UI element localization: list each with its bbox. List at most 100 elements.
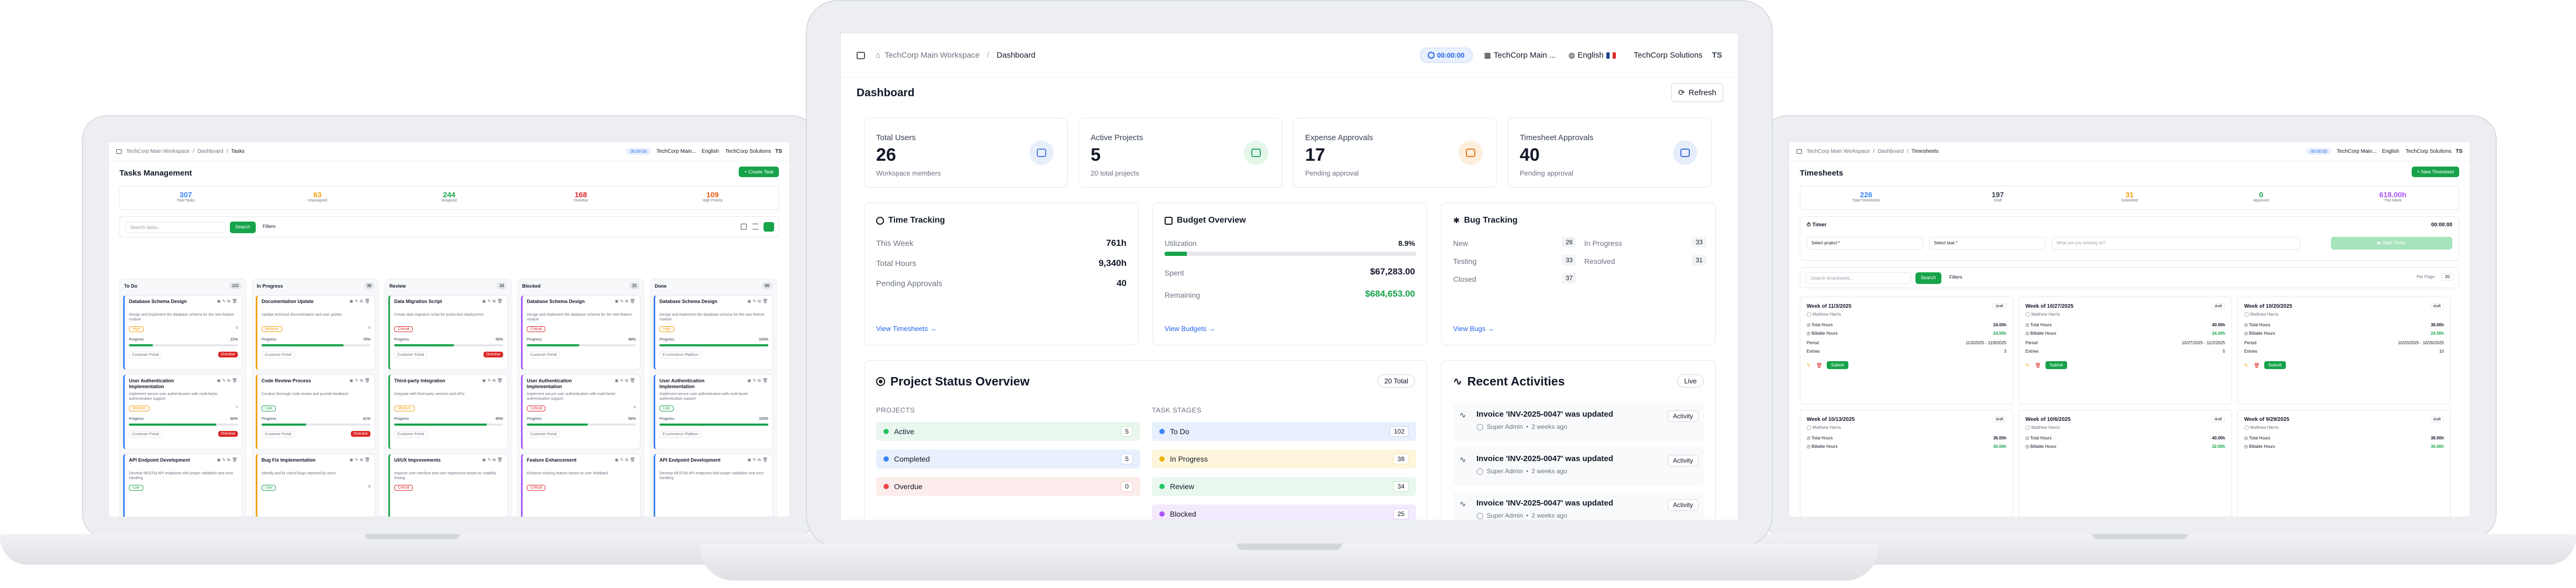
kanban-column: Review 34 Data Migration Script ◉✎⧉🗑 Create … [385, 279, 512, 517]
task-card[interactable]: Documentation Update ◉✎⧉🗑 Update technical… [256, 295, 375, 370]
project-status-row-count: 5 [1121, 426, 1133, 437]
breadcrumb-workspace[interactable]: TechCorp Main Workspace [1807, 149, 1870, 154]
timesheet-card[interactable]: Week of 10/13/2025 draft ◯ Matthew Harris ◷… [1800, 410, 2013, 517]
task-card[interactable]: Data Migration Script ◉✎⧉🗑 Create data mig… [388, 295, 508, 370]
stat-card[interactable]: Timesheet Approvals 40 Pending approval [1508, 118, 1712, 188]
sidebar-toggle-icon[interactable] [116, 149, 122, 154]
search-input[interactable]: Search timesheets... [1806, 272, 1911, 284]
view-bugs-link[interactable]: View Bugs → [1453, 325, 1494, 333]
breadcrumb-workspace[interactable]: TechCorp Main Workspace [885, 51, 980, 60]
task-stage-row[interactable]: In Progress 38 [1152, 449, 1416, 468]
budget-icon [1165, 216, 1173, 225]
task-select[interactable]: Select task * [1929, 237, 2045, 250]
task-stage-row[interactable]: Blocked 25 [1152, 504, 1416, 520]
delete-icon[interactable]: 🗑 [2035, 363, 2041, 369]
refresh-button[interactable]: ⟳ Refresh [1671, 83, 1723, 102]
task-card[interactable]: Third-party Integration ◉✎⧉🗑 Integrate wit… [388, 374, 508, 449]
workspace-switcher[interactable]: ▦ TechCorp Main ... [1484, 51, 1556, 60]
grid-view-icon[interactable] [741, 224, 747, 229]
stat-label: Timesheet Approvals [1520, 133, 1594, 142]
language-switcher[interactable]: English [702, 149, 719, 154]
project-status-row[interactable]: Overdue 0 [876, 477, 1140, 496]
activity-item[interactable]: ∿ Invoice 'INV-2025-0047' was updated ◯ Sup… [1453, 492, 1705, 520]
per-page-select[interactable]: 20 [2441, 273, 2453, 281]
submit-button[interactable]: Submit [2045, 361, 2067, 369]
delete-icon[interactable]: 🗑 [1816, 363, 1822, 369]
new-timesheet-button[interactable]: + New Timesheet [2412, 167, 2459, 177]
task-card[interactable]: Database Schema Design ◉✎⧉🗑 Design and imp… [123, 295, 243, 370]
submit-button[interactable]: Submit [2264, 361, 2286, 369]
avatar[interactable]: TS [1712, 51, 1722, 60]
activity-meta: ◯ Super Admin • 2 weeks ago [1476, 467, 1567, 475]
task-stage-row[interactable]: To Do 102 [1152, 422, 1416, 441]
timesheet-card[interactable]: Week of 10/6/2025 draft ◯ Matthew Harris ◷ … [2019, 410, 2232, 517]
start-timer-button[interactable]: ▶ Start Timer [2331, 237, 2452, 250]
language-switcher[interactable]: English [2382, 149, 2400, 154]
edit-icon[interactable]: ✎ [1807, 363, 1811, 369]
company-name[interactable]: TechCorp Solutions [2406, 149, 2452, 154]
activity-item[interactable]: ∿ Invoice 'INV-2025-0047' was updated ◯ Sup… [1453, 447, 1705, 485]
column-title: Review [389, 283, 406, 289]
project-status-row[interactable]: Active 5 [876, 422, 1140, 441]
filters-button[interactable]: Filters [263, 224, 276, 229]
list-view-icon[interactable] [752, 224, 758, 229]
timesheet-card[interactable]: Week of 9/29/2025 draft ◯ Matthew Harris ◷ … [2237, 410, 2451, 517]
company-name[interactable]: TechCorp Solutions [1634, 51, 1703, 60]
delete-icon[interactable]: 🗑 [2254, 363, 2259, 369]
workspace-switcher[interactable]: TechCorp Main... [656, 149, 696, 154]
sidebar-toggle-icon[interactable] [1797, 149, 1802, 154]
timesheet-card[interactable]: Week of 10/20/2025 draft ◯ Matthew Harris ◷… [2237, 297, 2451, 405]
status-badge: draft [2211, 417, 2225, 422]
avatar[interactable]: TS [2456, 149, 2462, 154]
stat-card[interactable]: Expense Approvals 17 Pending approval [1293, 118, 1497, 188]
task-card[interactable]: Feature Enhancement ◉✎⧉🗑 Enhance existing … [521, 454, 640, 517]
project-select[interactable]: Select project * [1807, 237, 1923, 250]
timer-chip[interactable]: 00:00:00 [626, 148, 652, 155]
timer-chip[interactable]: 00:00:00 [1419, 48, 1473, 63]
view-budgets-link[interactable]: View Budgets → [1165, 325, 1215, 333]
timer-chip[interactable]: 00:00:00 [2306, 148, 2332, 155]
task-card[interactable]: Database Schema Design ◉✎⧉🗑 Design and imp… [521, 295, 640, 370]
activity-item[interactable]: ∿ Invoice 'INV-2025-0047' was updated ◯ Sup… [1453, 403, 1705, 441]
task-stage-row[interactable]: Review 34 [1152, 477, 1416, 496]
avatar[interactable]: TS [775, 149, 782, 154]
search-input[interactable]: Search tasks... [125, 222, 226, 233]
task-card[interactable]: User Authentication Implementation ◉✎⧉🗑 Im… [654, 374, 773, 449]
search-button[interactable]: Search [1915, 272, 1941, 284]
timesheet-card[interactable]: Week of 11/3/2025 draft ◯ Matthew Harris ◷ … [1800, 297, 2013, 405]
description-input[interactable]: What are you working on? [2052, 237, 2300, 250]
project-status-row[interactable]: Completed 5 [876, 449, 1140, 468]
progress-value: 80% [230, 417, 238, 421]
task-card[interactable]: UI/UX Improvements ◉✎⧉🗑 Improve user inter… [388, 454, 508, 517]
task-card[interactable]: Code Review Process ◉✎⧉🗑 Conduct thorough … [256, 374, 375, 449]
task-card[interactable]: API Endpoint Development ◉✎⧉🗑 Develop REST… [654, 454, 773, 517]
timesheet-card[interactable]: Week of 10/27/2025 draft ◯ Matthew Harris ◷… [2019, 297, 2232, 405]
progress-bar [262, 424, 370, 426]
edit-icon[interactable]: ✎ [2244, 363, 2248, 369]
progress-label: Progress [659, 338, 675, 342]
workspace-name: TechCorp Main ... [1493, 51, 1556, 60]
breadcrumb-workspace[interactable]: TechCorp Main Workspace [126, 149, 190, 154]
company-name[interactable]: TechCorp Solutions [726, 149, 771, 154]
activity-tag: Activity [1667, 455, 1698, 466]
task-card[interactable]: Database Schema Design ◉✎⧉🗑 Design and imp… [654, 295, 773, 370]
task-card[interactable]: User Authentication Implementation ◉✎⧉🗑 Im… [123, 374, 243, 449]
create-task-button[interactable]: + Create Task [739, 167, 779, 177]
stat-card[interactable]: Total Users 26 Workspace members [864, 118, 1068, 188]
view-timesheets-link[interactable]: View Timesheets → [876, 325, 937, 333]
stat-card[interactable]: Active Projects 5 20 total projects [1078, 118, 1282, 188]
breadcrumb-dashboard[interactable]: Dashboard [1878, 149, 1904, 154]
language-switcher[interactable]: ◍ English [1568, 51, 1616, 60]
filters-button[interactable]: Filters [1949, 274, 1963, 280]
task-card[interactable]: User Authentication Implementation ◉✎⧉🗑 Im… [521, 374, 640, 449]
submit-button[interactable]: Submit [1827, 361, 1848, 369]
workspace-switcher[interactable]: TechCorp Main... [2337, 149, 2377, 154]
sidebar-toggle-icon[interactable] [857, 51, 865, 59]
budget-title: Budget Overview [1177, 216, 1246, 225]
kanban-view-icon[interactable] [764, 222, 774, 232]
task-card[interactable]: API Endpoint Development ◉✎⧉🗑 Develop REST… [123, 454, 243, 517]
search-button[interactable]: Search [230, 222, 256, 233]
task-card[interactable]: Bug Fix Implementation ◉✎⧉🗑 Identify and f… [256, 454, 375, 517]
edit-icon[interactable]: ✎ [2025, 363, 2030, 369]
breadcrumb-dashboard[interactable]: Dashboard [198, 149, 224, 154]
